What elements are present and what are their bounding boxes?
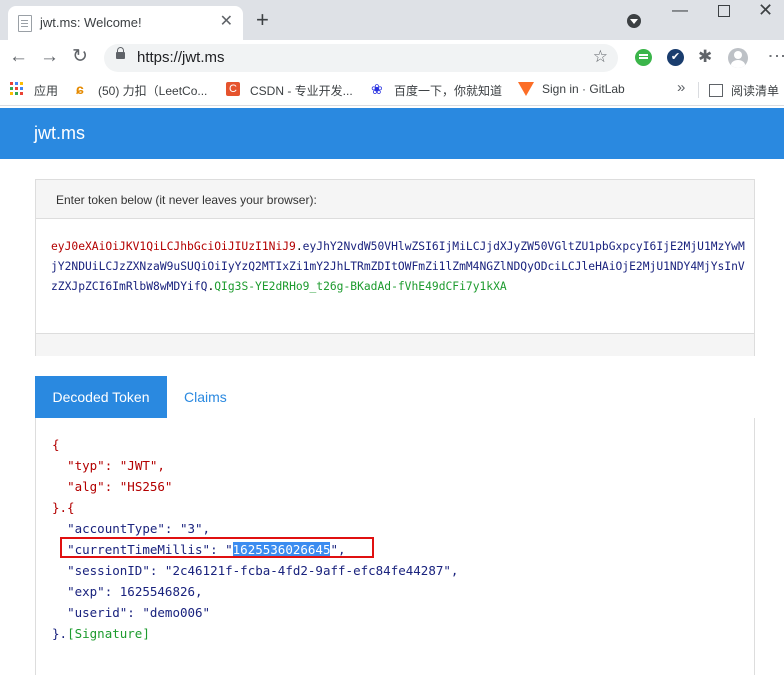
token-input-panel: Enter token below (it never leaves your … bbox=[35, 179, 755, 356]
maximize-icon[interactable] bbox=[718, 5, 730, 17]
lock-icon[interactable] bbox=[116, 47, 125, 59]
forward-icon[interactable]: → bbox=[40, 46, 59, 68]
json-key: "userid" bbox=[67, 605, 128, 620]
leetcode-icon: ɕ bbox=[76, 81, 84, 97]
annotation-highlight-box bbox=[60, 537, 374, 558]
minimize-icon[interactable]: — bbox=[672, 2, 688, 20]
json-value: "3" bbox=[179, 521, 203, 536]
profile-avatar-icon[interactable] bbox=[728, 48, 748, 68]
json-key: "sessionID" bbox=[67, 563, 150, 578]
json-value: "JWT" bbox=[119, 458, 158, 473]
bookmark-apps[interactable]: 应用 bbox=[34, 82, 58, 99]
page-icon bbox=[18, 15, 32, 32]
back-icon[interactable]: ← bbox=[9, 46, 28, 68]
site-header: jwt.ms bbox=[0, 108, 784, 159]
tab-search-icon[interactable] bbox=[627, 14, 641, 28]
close-tab-icon[interactable]: ✕ bbox=[220, 13, 233, 31]
json-key: "exp" bbox=[67, 584, 105, 599]
json-key: "typ" bbox=[67, 458, 105, 473]
new-tab-button[interactable]: + bbox=[256, 9, 269, 31]
token-panel-footer bbox=[36, 333, 754, 356]
tab-strip: jwt.ms: Welcome! ✕ + — ✕ bbox=[0, 0, 784, 40]
site-brand[interactable]: jwt.ms bbox=[34, 123, 85, 144]
extension-check-icon[interactable]: ✔ bbox=[667, 49, 684, 66]
json-value: 1625546826 bbox=[119, 584, 196, 599]
bookmark-baidu[interactable]: 百度一下，你就知道 bbox=[394, 82, 502, 99]
token-input[interactable]: eyJ0eXAiOiJKV1QiLCJhbGciOiJIUzI1NiJ9.eyJ… bbox=[51, 237, 751, 297]
token-input-prompt: Enter token below (it never leaves your … bbox=[56, 193, 317, 207]
bookmark-gitlab[interactable]: Sign in · GitLab bbox=[542, 82, 625, 96]
reload-icon[interactable]: ↻ bbox=[72, 46, 88, 68]
bookmark-leetcode[interactable]: (50) 力扣（LeetCo... bbox=[98, 82, 207, 99]
reading-list-button[interactable]: 阅读清单 bbox=[731, 82, 779, 99]
extension-green-icon[interactable] bbox=[635, 49, 652, 66]
bookmark-star-icon[interactable]: ☆ bbox=[593, 47, 608, 67]
json-key: "alg" bbox=[67, 479, 105, 494]
tab-claims[interactable]: Claims bbox=[184, 389, 227, 405]
json-signature: [Signature] bbox=[67, 626, 150, 641]
bookmark-csdn[interactable]: CSDN - 专业开发... bbox=[250, 82, 353, 99]
bookmarks-bar: 应用 ɕ (50) 力扣（LeetCo... C CSDN - 专业开发... … bbox=[0, 76, 784, 106]
token-dot: . bbox=[295, 240, 303, 253]
baidu-paw-icon: ❀ bbox=[371, 81, 383, 97]
json-brace: }.{ bbox=[52, 500, 75, 515]
more-menu-icon[interactable]: ⋮ bbox=[767, 47, 784, 65]
json-key: "accountType" bbox=[67, 521, 165, 536]
browser-tab-active[interactable]: jwt.ms: Welcome! ✕ bbox=[8, 6, 243, 40]
bookmarks-more-icon[interactable]: » bbox=[677, 79, 685, 96]
token-panel-heading: Enter token below (it never leaves your … bbox=[36, 180, 754, 219]
result-tabs: Decoded Token Claims bbox=[35, 376, 755, 419]
gitlab-icon bbox=[518, 82, 534, 96]
json-value: "demo006" bbox=[142, 605, 211, 620]
browser-toolbar: ← → ↻ https://jwt.ms ☆ ✔ ✱ ⋮ bbox=[0, 40, 784, 76]
json-value: "2c46121f-fcba-4fd2-9aff-efc84fe44287" bbox=[164, 563, 451, 578]
extensions-puzzle-icon[interactable]: ✱ bbox=[698, 47, 715, 66]
token-header-segment: eyJ0eXAiOiJKV1QiLCJhbGciOiJIUzI1NiJ9 bbox=[51, 240, 296, 253]
bookmarks-separator bbox=[698, 82, 699, 98]
csdn-icon: C bbox=[226, 82, 240, 96]
reading-list-icon[interactable] bbox=[709, 84, 723, 97]
json-value: "HS256" bbox=[119, 479, 173, 494]
json-brace: }. bbox=[52, 626, 68, 641]
tab-decoded-token[interactable]: Decoded Token bbox=[35, 376, 167, 418]
address-bar[interactable]: https://jwt.ms ☆ bbox=[104, 44, 618, 72]
url-text[interactable]: https://jwt.ms bbox=[137, 49, 225, 66]
window-close-icon[interactable]: ✕ bbox=[758, 0, 773, 21]
json-brace: { bbox=[52, 437, 60, 452]
apps-grid-icon[interactable] bbox=[10, 82, 24, 96]
tab-title: jwt.ms: Welcome! bbox=[40, 15, 142, 30]
token-signature-segment: QIg3S-YE2dRHo9_t26g-BKadAd-fVhE49dCFi7y1… bbox=[214, 280, 507, 293]
